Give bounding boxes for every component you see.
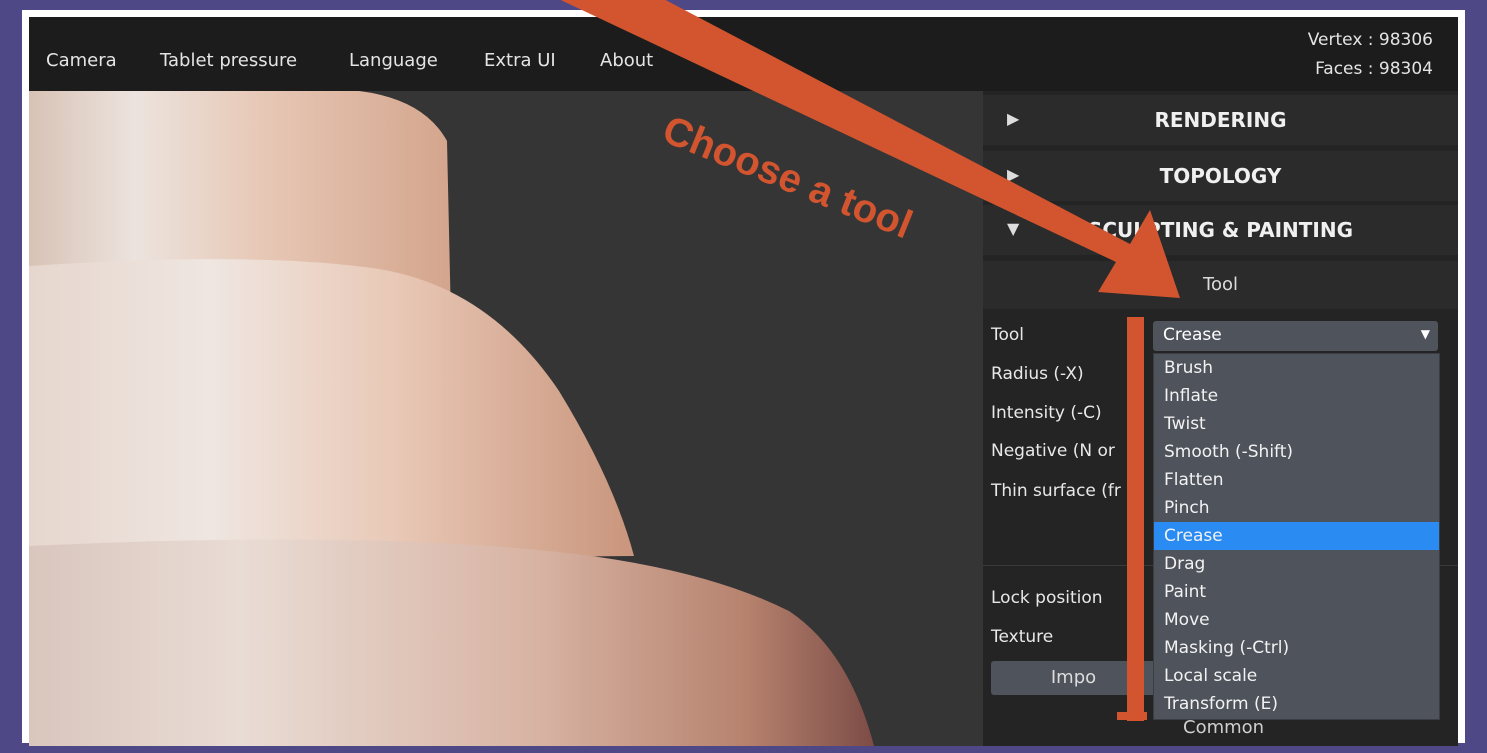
- option-smooth[interactable]: Smooth (-Shift): [1154, 438, 1439, 466]
- app-window: Camera Tablet pressure Language Extra UI…: [29, 17, 1458, 746]
- option-flatten[interactable]: Flatten: [1154, 466, 1439, 494]
- side-panel: ▶ RENDERING ▶ TOPOLOGY ▼ SCULPTING & PAI…: [983, 91, 1458, 746]
- option-masking[interactable]: Masking (-Ctrl): [1154, 634, 1439, 662]
- menu-camera[interactable]: Camera: [46, 17, 117, 91]
- tool-select-value: Crease: [1163, 325, 1222, 345]
- mesh-stats: Vertex : 98306 Faces : 98304: [1308, 26, 1433, 84]
- vertex-count: Vertex : 98306: [1307, 30, 1433, 50]
- section-title: SCULPTING & PAINTING: [1087, 218, 1354, 242]
- menu-language[interactable]: Language: [349, 17, 438, 91]
- option-twist[interactable]: Twist: [1154, 410, 1439, 438]
- option-local-scale[interactable]: Local scale: [1154, 662, 1439, 690]
- label-negative: Negative (N or: [991, 441, 1115, 461]
- tool-select[interactable]: Crease ▼: [1153, 321, 1438, 351]
- option-crease[interactable]: Crease: [1154, 522, 1439, 550]
- faces-count: Faces : 98304: [1315, 59, 1433, 79]
- menu-tablet-pressure[interactable]: Tablet pressure: [160, 17, 297, 91]
- tool-dropdown-list: Brush Inflate Twist Smooth (-Shift) Flat…: [1153, 353, 1440, 720]
- option-move[interactable]: Move: [1154, 606, 1439, 634]
- option-transform[interactable]: Transform (E): [1154, 690, 1439, 718]
- section-title: TOPOLOGY: [1159, 164, 1282, 188]
- section-title: RENDERING: [1154, 108, 1287, 132]
- option-drag[interactable]: Drag: [1154, 550, 1439, 578]
- sculpt-mesh: [29, 91, 874, 746]
- option-paint[interactable]: Paint: [1154, 578, 1439, 606]
- import-button[interactable]: Impo: [991, 661, 1156, 695]
- menu-extra-ui[interactable]: Extra UI: [484, 17, 556, 91]
- section-sculpting-painting[interactable]: ▼ SCULPTING & PAINTING: [983, 205, 1458, 255]
- section-topology[interactable]: ▶ TOPOLOGY: [983, 151, 1458, 201]
- option-pinch[interactable]: Pinch: [1154, 494, 1439, 522]
- label-intensity: Intensity (-C): [991, 403, 1102, 423]
- option-inflate[interactable]: Inflate: [1154, 382, 1439, 410]
- label-lock-position: Lock position: [991, 588, 1103, 608]
- section-rendering[interactable]: ▶ RENDERING: [983, 95, 1458, 145]
- tool-subheader: Tool: [983, 261, 1458, 309]
- common-section-label[interactable]: Common: [1183, 717, 1264, 738]
- option-brush[interactable]: Brush: [1154, 354, 1439, 382]
- label-thin-surface: Thin surface (fr: [991, 481, 1121, 501]
- label-tool: Tool: [991, 325, 1025, 345]
- sculpt-viewport[interactable]: [29, 91, 983, 746]
- label-texture: Texture: [991, 627, 1054, 647]
- menu-about[interactable]: About: [600, 17, 653, 91]
- chevron-down-icon: ▼: [1420, 327, 1430, 341]
- label-radius: Radius (-X): [991, 364, 1084, 384]
- menu-bar: Camera Tablet pressure Language Extra UI…: [29, 17, 1458, 91]
